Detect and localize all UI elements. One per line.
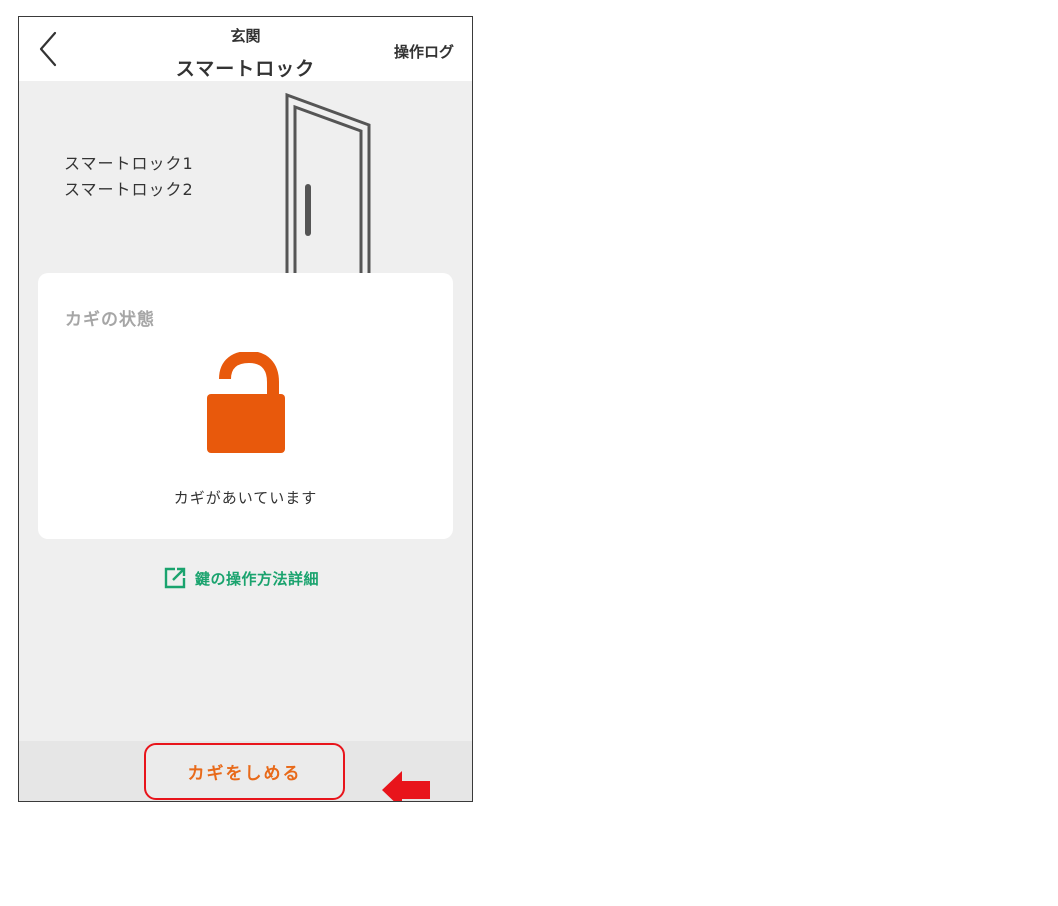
help-link-label: 鍵の操作方法詳細 xyxy=(195,569,320,588)
card-title: カギの状態 xyxy=(65,310,155,330)
device-item: スマートロック1 xyxy=(64,154,194,173)
device-item: スマートロック2 xyxy=(64,180,194,199)
phone-screen: 玄関 スマートロック 操作ログ スマートロック1 スマートロック2 カギの状態 … xyxy=(18,16,473,802)
external-link-icon xyxy=(164,567,186,589)
red-arrow-icon xyxy=(382,771,430,801)
lock-status-text: カギがあいています xyxy=(173,489,318,507)
lock-status-card: カギの状態 カギがあいています xyxy=(38,273,453,539)
operation-help-link[interactable]: 鍵の操作方法詳細 xyxy=(164,566,319,590)
device-list: スマートロック1 スマートロック2 xyxy=(64,151,194,203)
unlocked-padlock-icon xyxy=(207,352,285,453)
door-icon xyxy=(285,92,371,277)
lock-door-button[interactable]: カギをしめる xyxy=(144,743,345,800)
app-header: 玄関 スマートロック 操作ログ xyxy=(19,17,472,81)
operation-log-link[interactable]: 操作ログ xyxy=(394,41,454,62)
